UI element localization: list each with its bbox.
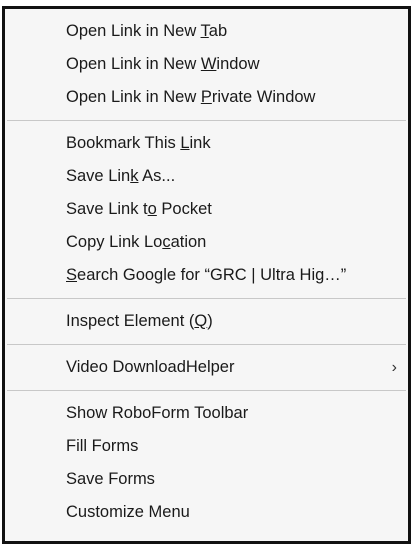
menu-separator (7, 344, 406, 345)
context-menu: Open Link in New Tab Open Link in New Wi… (2, 6, 411, 544)
chevron-right-icon: › (391, 359, 397, 376)
menu-item-show-roboform-toolbar[interactable]: Show RoboForm Toolbar (5, 397, 408, 430)
menu-item-video-downloadhelper[interactable]: Video DownloadHelper › (5, 351, 408, 384)
menu-item-inspect-element[interactable]: Inspect Element (Q) (5, 305, 408, 338)
menu-item-save-link-to-pocket[interactable]: Save Link to Pocket (5, 193, 408, 226)
menu-item-open-link-new-window[interactable]: Open Link in New Window (5, 48, 408, 81)
menu-item-open-link-new-private-window[interactable]: Open Link in New Private Window (5, 81, 408, 114)
menu-item-save-forms[interactable]: Save Forms (5, 463, 408, 496)
menu-item-customize-menu[interactable]: Customize Menu (5, 496, 408, 529)
menu-item-fill-forms[interactable]: Fill Forms (5, 430, 408, 463)
menu-item-bookmark-link[interactable]: Bookmark This Link (5, 127, 408, 160)
menu-item-save-link-as[interactable]: Save Link As... (5, 160, 408, 193)
menu-item-copy-link-location[interactable]: Copy Link Location (5, 226, 408, 259)
menu-separator (7, 120, 406, 121)
menu-separator (7, 298, 406, 299)
menu-separator (7, 390, 406, 391)
menu-item-search-google[interactable]: Search Google for “GRC | Ultra Hig…” (5, 259, 408, 292)
menu-item-open-link-new-tab[interactable]: Open Link in New Tab (5, 15, 408, 48)
